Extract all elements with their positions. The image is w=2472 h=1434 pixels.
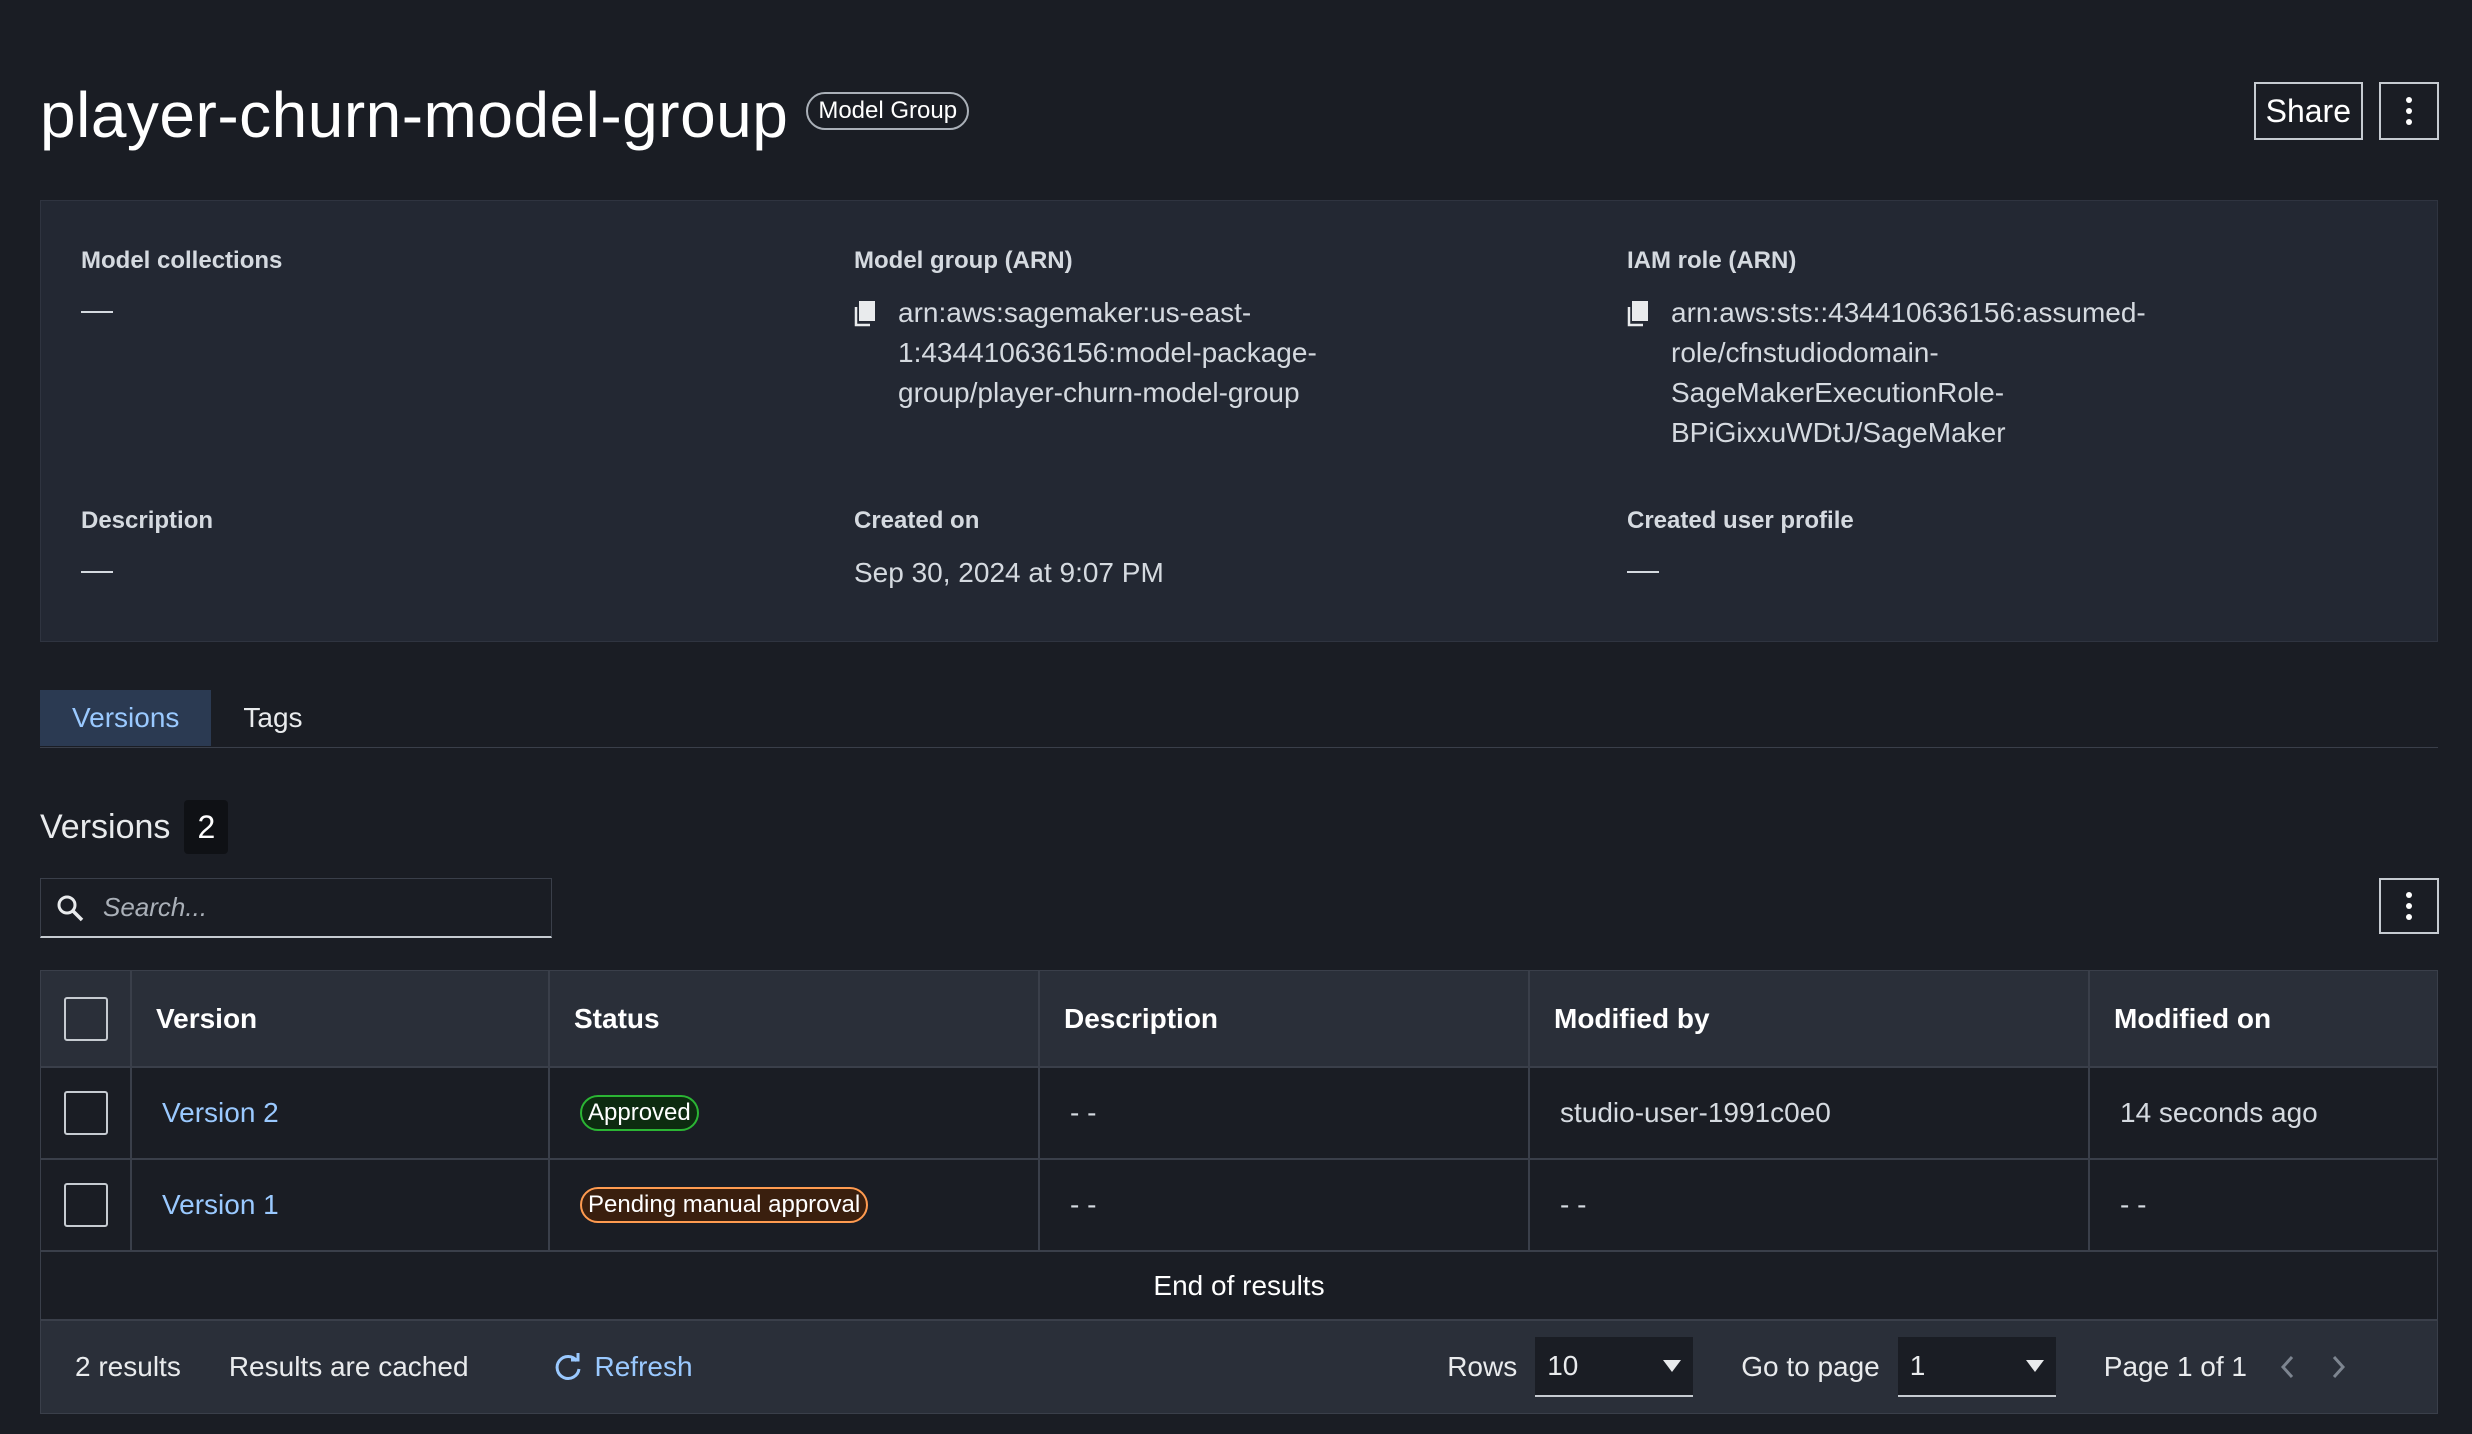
share-button[interactable]: Share bbox=[2253, 82, 2363, 140]
description-cell: - - bbox=[1039, 1066, 1530, 1159]
status-badge: Approved bbox=[580, 1095, 699, 1131]
versions-title: Versions bbox=[40, 807, 171, 846]
rows-per-page-select[interactable]: 10 bbox=[1535, 1337, 1694, 1397]
created-user-profile-label: Created user profile bbox=[1627, 507, 1854, 534]
status-badge: Pending manual approval bbox=[580, 1187, 869, 1223]
search-box bbox=[40, 878, 552, 938]
iam-role-arn-field: IAM role (ARN) arn:aws:sts::434410636156… bbox=[1627, 247, 2146, 453]
tab-tags[interactable]: Tags bbox=[211, 690, 334, 746]
table-row: Version 1 Pending manual approval - - - … bbox=[41, 1158, 2437, 1251]
description-label: Description bbox=[81, 507, 214, 534]
versions-heading: Versions 2 bbox=[40, 800, 229, 854]
search-input[interactable] bbox=[103, 892, 523, 923]
description-empty bbox=[81, 571, 113, 573]
column-header-version[interactable]: Version bbox=[131, 971, 550, 1067]
copy-icon[interactable] bbox=[1627, 301, 1649, 327]
table-row: Version 2 Approved - - studio-user-1991c… bbox=[41, 1066, 2437, 1159]
end-of-results-text: End of results bbox=[41, 1250, 2437, 1319]
copy-icon[interactable] bbox=[854, 301, 876, 327]
description-cell: - - bbox=[1039, 1158, 1530, 1251]
rows-per-page-value: 10 bbox=[1547, 1350, 1579, 1381]
caret-down-icon bbox=[1663, 1360, 1682, 1372]
details-panel: Model collections Model group (ARN) arn:… bbox=[40, 200, 2438, 642]
page-info: Page 1 of 1 bbox=[2103, 1351, 2247, 1382]
results-count: 2 results bbox=[75, 1351, 181, 1382]
model-group-arn-value: arn:aws:sagemaker:us-east- 1:43441063615… bbox=[898, 297, 1317, 408]
tab-versions[interactable]: Versions bbox=[40, 690, 212, 746]
version-link[interactable]: Version 2 bbox=[162, 1097, 279, 1128]
created-on-value: Sep 30, 2024 at 9:07 PM bbox=[854, 557, 1164, 588]
model-collections-label: Model collections bbox=[81, 247, 283, 274]
column-header-modified-on[interactable]: Modified on bbox=[2089, 971, 2437, 1067]
chevron-left-icon[interactable] bbox=[2279, 1354, 2295, 1380]
column-header-status[interactable]: Status bbox=[549, 971, 1040, 1067]
kebab-icon bbox=[2406, 97, 2412, 125]
modified-on-cell: - - bbox=[2089, 1158, 2437, 1251]
cached-notice: Results are cached bbox=[228, 1351, 469, 1382]
versions-table: Version Status Description Modified by M… bbox=[40, 970, 2438, 1414]
page-title: player-churn-model-group bbox=[40, 79, 789, 151]
more-actions-button[interactable] bbox=[2379, 82, 2439, 140]
column-header-description[interactable]: Description bbox=[1039, 971, 1530, 1067]
end-of-results-row: End of results bbox=[41, 1250, 2437, 1319]
created-user-profile-empty bbox=[1627, 571, 1659, 573]
created-on-field: Created on Sep 30, 2024 at 9:07 PM bbox=[854, 507, 1164, 593]
model-collections-empty bbox=[81, 311, 113, 313]
versions-count-badge: 2 bbox=[184, 800, 229, 854]
go-to-page-value: 1 bbox=[1909, 1350, 1926, 1381]
modified-by-cell: - - bbox=[1529, 1158, 2090, 1251]
pagination bbox=[2279, 1354, 2347, 1380]
search-icon bbox=[57, 895, 84, 921]
kebab-icon bbox=[2406, 892, 2412, 920]
refresh-button[interactable]: Refresh bbox=[553, 1351, 693, 1383]
page-header: player-churn-model-group Model Group bbox=[40, 70, 970, 160]
model-group-arn-label: Model group (ARN) bbox=[854, 247, 1073, 274]
header-actions: Share bbox=[2253, 82, 2439, 140]
row-checkbox[interactable] bbox=[63, 1183, 108, 1227]
column-header-modified-by[interactable]: Modified by bbox=[1529, 971, 2090, 1067]
iam-role-arn-value: arn:aws:sts::434410636156:assumed- role/… bbox=[1671, 297, 2146, 448]
created-on-label: Created on bbox=[854, 507, 980, 534]
row-checkbox[interactable] bbox=[63, 1091, 108, 1135]
modified-on-cell: 14 seconds ago bbox=[2089, 1066, 2437, 1159]
refresh-icon bbox=[555, 1353, 581, 1380]
modified-by-cell: studio-user-1991c0e0 bbox=[1529, 1066, 2090, 1159]
iam-role-arn-label: IAM role (ARN) bbox=[1627, 247, 1797, 274]
version-link[interactable]: Version 1 bbox=[162, 1189, 279, 1220]
tab-bar: Versions Tags bbox=[40, 690, 2438, 748]
table-actions-button[interactable] bbox=[2379, 878, 2439, 934]
description-field: Description bbox=[81, 507, 213, 573]
select-all-checkbox[interactable] bbox=[63, 996, 108, 1041]
go-to-page-label: Go to page bbox=[1741, 1351, 1880, 1382]
table-header-row: Version Status Description Modified by M… bbox=[41, 971, 2437, 1067]
type-badge: Model Group bbox=[806, 92, 970, 130]
go-to-page-select[interactable]: 1 bbox=[1897, 1337, 2056, 1397]
created-user-profile-field: Created user profile bbox=[1627, 507, 1854, 573]
rows-label: Rows bbox=[1447, 1351, 1518, 1382]
refresh-label: Refresh bbox=[594, 1351, 693, 1382]
chevron-right-icon[interactable] bbox=[2331, 1354, 2347, 1380]
caret-down-icon bbox=[2025, 1360, 2044, 1372]
model-collections-field: Model collections bbox=[81, 247, 282, 313]
table-footer: 2 results Results are cached Refresh Row… bbox=[41, 1319, 2437, 1413]
model-group-arn-field: Model group (ARN) arn:aws:sagemaker:us-e… bbox=[854, 247, 1317, 413]
